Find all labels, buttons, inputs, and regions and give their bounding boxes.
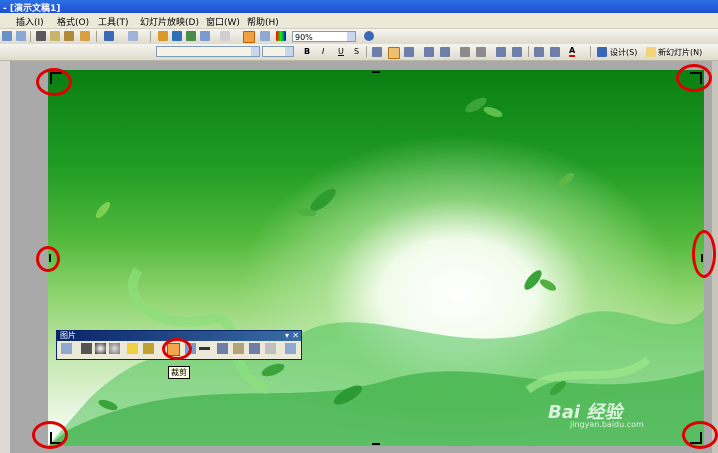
menu-format[interactable]: 格式(O) (57, 15, 89, 28)
design-icon (597, 47, 607, 57)
menu-tools[interactable]: 工具(T) (98, 15, 129, 28)
watermark-url: jingyan.baidu.com (570, 420, 644, 429)
background-art (48, 97, 704, 446)
copy-icon[interactable] (50, 31, 60, 41)
reset-picture-icon[interactable] (285, 343, 296, 354)
highlight-circle-right (692, 230, 716, 278)
align-center-icon[interactable] (388, 47, 400, 59)
new-slide-icon (646, 47, 656, 57)
highlight-circle-top-left (36, 68, 72, 96)
highlight-circle-top-right (676, 64, 712, 92)
help-icon[interactable] (364, 31, 374, 41)
spacing-icon[interactable] (534, 47, 544, 57)
tables-borders-icon[interactable] (220, 31, 230, 41)
more-brightness-icon[interactable] (127, 343, 138, 354)
color-icon[interactable] (81, 343, 92, 354)
formatting-toolbar: B I U S A 设计(S) 新幻灯片(N) (0, 44, 718, 61)
insert-chart-icon[interactable] (158, 31, 168, 41)
bullets-icon[interactable] (440, 47, 450, 57)
set-transparent-icon[interactable] (265, 343, 276, 354)
redo-icon[interactable] (128, 31, 138, 41)
outline-pane-edge[interactable] (0, 61, 10, 453)
standard-toolbar: 90% (0, 29, 718, 44)
italic-button[interactable]: I (322, 47, 324, 56)
menu-window[interactable]: 窗口(W) (206, 15, 240, 28)
increase-indent-icon[interactable] (512, 47, 522, 57)
font-name-select[interactable] (156, 46, 260, 57)
highlight-circle-bottom-left (32, 421, 68, 449)
menu-bar: 插入(I) 格式(O) 工具(T) 幻灯片放映(D) 窗口(W) 帮助(H) (0, 13, 718, 29)
align-left-icon[interactable] (372, 47, 382, 57)
new-slide-button[interactable]: 新幻灯片(N) (658, 47, 702, 58)
insert-picture-icon[interactable] (61, 343, 72, 354)
font-size-select[interactable] (262, 46, 294, 57)
compress-icon[interactable] (217, 343, 228, 354)
chevron-down-icon[interactable]: ▾ (285, 331, 289, 341)
line-spacing-icon[interactable] (550, 47, 560, 57)
grid-icon[interactable] (260, 31, 270, 41)
picture-toolbar-title: 图片 (60, 331, 76, 340)
insert-table-icon[interactable] (172, 31, 182, 41)
insert-picture-icon[interactable] (186, 31, 196, 41)
numbering-icon[interactable] (424, 47, 434, 57)
decrease-font-icon[interactable] (476, 47, 486, 57)
hyperlink-icon[interactable] (200, 31, 210, 41)
increase-font-icon[interactable] (460, 47, 470, 57)
slide-picture[interactable] (48, 70, 704, 446)
bold-button[interactable]: B (304, 47, 310, 56)
less-contrast-icon[interactable] (109, 343, 120, 354)
highlight-circle-bottom-right (682, 421, 718, 449)
design-button[interactable]: 设计(S) (610, 47, 637, 58)
highlight-circle-crop-button (162, 338, 192, 360)
format-picture-icon[interactable] (249, 343, 260, 354)
less-brightness-icon[interactable] (143, 343, 154, 354)
paste-icon[interactable] (64, 31, 74, 41)
font-color-button[interactable]: A (569, 46, 576, 57)
recolor-icon[interactable] (233, 343, 244, 354)
title-bar: - [演示文稿1] (0, 0, 718, 14)
show-formatting-icon[interactable] (243, 31, 255, 43)
crop-handle-top[interactable] (372, 71, 380, 73)
menu-help[interactable]: 帮助(H) (247, 15, 279, 28)
shadow-button[interactable]: S (354, 47, 359, 56)
cut-icon[interactable] (36, 31, 46, 41)
zoom-select[interactable]: 90% (292, 31, 356, 42)
zoom-value: 90% (295, 33, 313, 42)
menu-insert[interactable]: 插入(I) (16, 15, 44, 28)
crop-handle-bottom[interactable] (372, 443, 380, 445)
close-icon[interactable]: ✕ (292, 331, 299, 341)
more-contrast-icon[interactable] (95, 343, 106, 354)
decrease-indent-icon[interactable] (496, 47, 506, 57)
crop-tooltip: 裁剪 (168, 366, 190, 379)
underline-button[interactable]: U (338, 47, 344, 56)
print-icon[interactable] (2, 31, 12, 41)
highlight-circle-left (36, 246, 60, 272)
preview-icon[interactable] (16, 31, 26, 41)
color-grayscale-icon[interactable] (276, 31, 286, 41)
align-right-icon[interactable] (404, 47, 414, 57)
line-style-icon[interactable] (199, 347, 210, 350)
format-painter-icon[interactable] (80, 31, 90, 41)
undo-icon[interactable] (104, 31, 114, 41)
menu-slideshow[interactable]: 幻灯片放映(D) (140, 15, 199, 28)
